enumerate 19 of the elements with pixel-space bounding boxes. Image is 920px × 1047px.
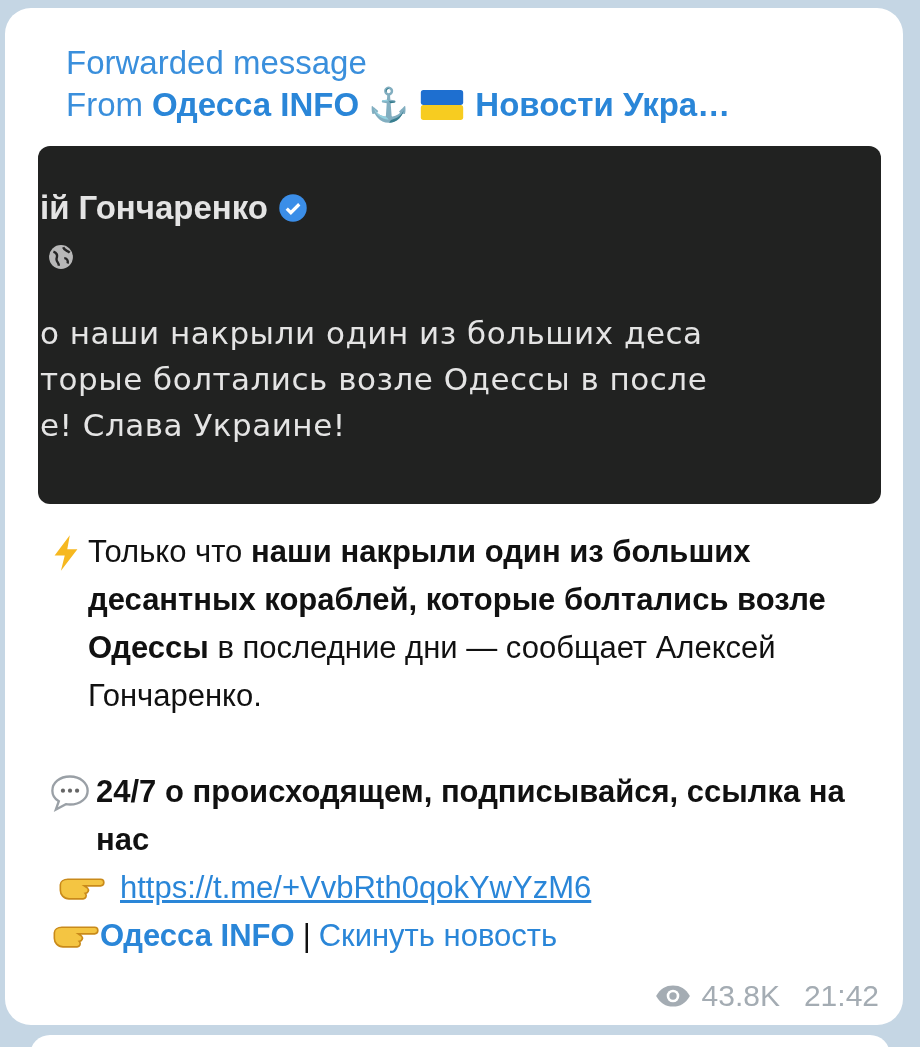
from-label: From (66, 85, 143, 125)
channel-link[interactable]: Новости Укра… (475, 84, 731, 126)
speech-bubble-icon (50, 774, 90, 812)
invite-link[interactable]: https://t.me/+VvbRth0qokYwYzM6 (120, 864, 592, 912)
channel-link[interactable]: Одесса INFO ⚓ (152, 84, 410, 126)
forwarded-label: Forwarded message (65, 43, 368, 83)
separator: | (302, 917, 311, 955)
promo-text: 24/7 о происходящем, подписывайся, ссылка на нас (96, 773, 846, 859)
eye-icon (653, 983, 692, 1009)
message-time: 21:42 (803, 978, 879, 1014)
author-name: ій Гончаренко (40, 188, 268, 228)
post-text-line: торые болтались возле Одессы в после (40, 360, 708, 399)
view-count: 43.8K (701, 978, 780, 1014)
channel-link[interactable]: Одесса INFO (100, 912, 295, 960)
post-text-line: е! Слава Украине! (40, 406, 346, 445)
post-text-line: о наши накрыли один из больших деса (40, 314, 703, 353)
channel-link[interactable]: Скинуть новость (318, 912, 558, 960)
message-text: Только что наши накрыли один из больших десантных кораблей, которые болтались возле Одессы в последние дни — сообщает Алексей Гончаренко. (88, 533, 827, 715)
globe-icon (48, 244, 74, 270)
